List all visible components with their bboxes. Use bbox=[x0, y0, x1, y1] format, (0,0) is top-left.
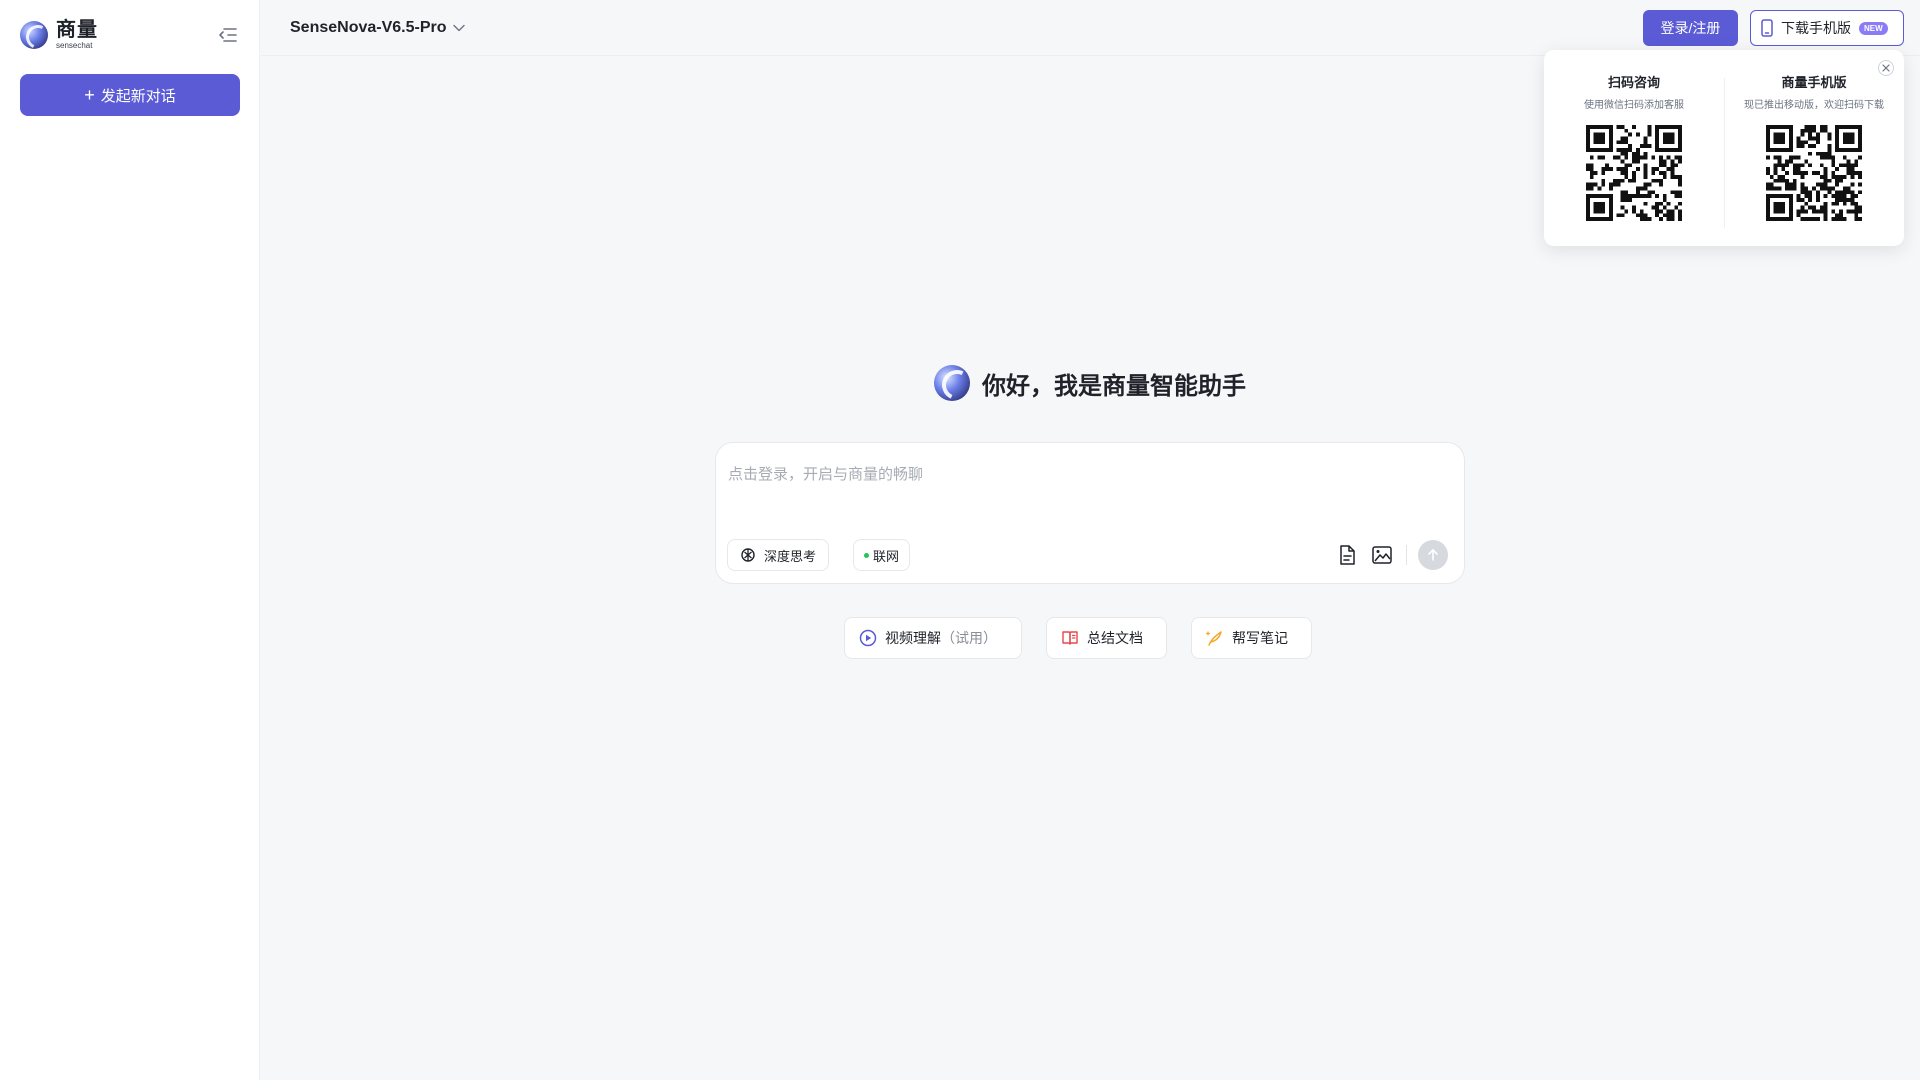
video-play-icon bbox=[859, 629, 877, 647]
model-selector[interactable]: SenseNova-V6.5-Pro bbox=[290, 16, 465, 40]
deep-think-toggle[interactable]: 深度思考 bbox=[727, 539, 830, 571]
greeting-text: 你好，我是商量智能助手 bbox=[982, 372, 1246, 400]
download-mobile-button[interactable]: 下载手机版 NEW bbox=[1750, 10, 1904, 46]
write-notes-label: 帮写笔记 bbox=[1232, 630, 1288, 646]
summarize-document-button[interactable]: 总结文档 bbox=[1046, 617, 1167, 659]
web-search-toggle[interactable]: 联网 bbox=[853, 539, 911, 571]
video-trial-note: （试用） bbox=[941, 630, 997, 646]
qr-app-section: 商量手机版 现已推出移动版，欢迎扫码下载 bbox=[1724, 72, 1904, 221]
app-download-qr-code bbox=[1766, 125, 1862, 221]
plus-icon: + bbox=[84, 85, 95, 105]
qr-consult-title: 扫码咨询 bbox=[1607, 75, 1660, 90]
collapse-sidebar-icon bbox=[219, 28, 237, 42]
phone-icon bbox=[1761, 19, 1773, 37]
write-notes-button[interactable]: 帮写笔记 bbox=[1191, 617, 1312, 659]
new-chat-button[interactable]: + 发起新对话 bbox=[20, 74, 240, 116]
chevron-down-icon bbox=[452, 24, 465, 32]
upload-image-button[interactable] bbox=[1371, 544, 1393, 566]
model-name: SenseNova-V6.5-Pro bbox=[290, 19, 447, 36]
login-register-label: 登录/注册 bbox=[1660, 20, 1721, 36]
assistant-logo-icon bbox=[934, 365, 970, 401]
logo-subtitle: sensechat bbox=[56, 41, 93, 50]
logo-mark-icon bbox=[20, 21, 48, 49]
web-search-label: 联网 bbox=[873, 548, 900, 564]
quill-icon bbox=[1206, 631, 1222, 646]
chat-input-card: 深度思考 联网 bbox=[715, 442, 1465, 584]
qr-consult-section: 扫码咨询 使用微信扫码添加客服 bbox=[1544, 72, 1724, 221]
image-icon bbox=[1372, 546, 1392, 564]
collapse-sidebar-button[interactable] bbox=[216, 25, 240, 45]
deep-think-icon bbox=[741, 548, 755, 562]
status-dot-icon bbox=[864, 552, 869, 558]
book-icon bbox=[1062, 631, 1078, 645]
video-understanding-label: 视频理解 bbox=[885, 630, 941, 646]
logo-title: 商量 bbox=[56, 19, 98, 41]
new-badge: NEW bbox=[1859, 21, 1888, 35]
qr-consult-subtitle: 使用微信扫码添加客服 bbox=[1584, 100, 1684, 111]
download-mobile-label: 下载手机版 bbox=[1781, 20, 1851, 36]
qr-popup: 扫码咨询 使用微信扫码添加客服 商量手机版 现已推出移动版，欢迎扫码下载 bbox=[1544, 50, 1904, 246]
video-understanding-button[interactable]: 视频理解 （试用） bbox=[844, 617, 1022, 659]
login-register-button[interactable]: 登录/注册 bbox=[1643, 10, 1738, 46]
deep-think-label: 深度思考 bbox=[764, 548, 817, 564]
send-button[interactable] bbox=[1418, 540, 1448, 570]
toolbar-separator bbox=[1406, 545, 1407, 565]
close-icon bbox=[1882, 64, 1890, 72]
new-chat-label: 发起新对话 bbox=[100, 87, 176, 105]
app-logo[interactable]: 商量 sensechat bbox=[20, 20, 98, 50]
sidebar: 商量 sensechat + 发起新对话 bbox=[0, 0, 260, 1080]
wechat-qr-code bbox=[1586, 125, 1682, 221]
qr-app-subtitle: 现已推出移动版，欢迎扫码下载 bbox=[1744, 100, 1884, 111]
arrow-up-icon bbox=[1428, 549, 1438, 561]
document-icon bbox=[1340, 545, 1355, 565]
upload-document-button[interactable] bbox=[1336, 544, 1358, 566]
qr-app-title: 商量手机版 bbox=[1781, 75, 1847, 90]
chat-input[interactable] bbox=[728, 463, 1448, 503]
greeting-header: 你好，我是商量智能助手 bbox=[934, 364, 1246, 402]
summarize-document-label: 总结文档 bbox=[1087, 630, 1143, 646]
